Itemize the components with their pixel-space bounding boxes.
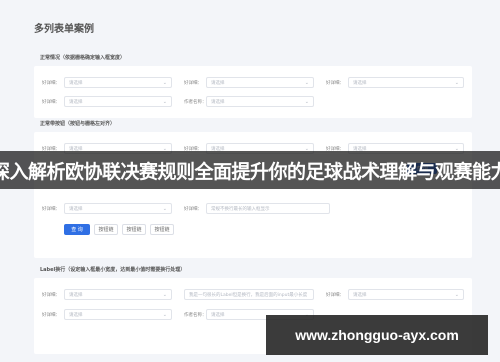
chevron-down-icon: ⌄ <box>454 80 459 86</box>
field-label: 好详细： <box>184 206 202 212</box>
form-field: 作者名称： 请选择⌄ <box>184 95 314 108</box>
field-label: 好详细： <box>326 292 344 298</box>
section-title-normal: 正常情况（依据栅格确定输入框宽度） <box>40 55 126 61</box>
form-field: 好详细： 请选择 ⌄ <box>326 288 464 301</box>
select-field[interactable]: 请选择⌄ <box>64 77 172 88</box>
field-label: 好详细： <box>42 312 60 318</box>
section-title-label-wrap: Label换行（设定输入框最小宽度，达到最小值时需要换行处理） <box>40 267 186 273</box>
select-field[interactable]: 请选择⌄ <box>64 203 172 214</box>
field-label: 好详细： <box>42 80 60 86</box>
watermark-url-box: www.zhongguo-ayx.com <box>266 315 488 355</box>
select-field[interactable]: 请选择⌄ <box>64 96 172 107</box>
form-field: 好详细： 请选择 ⌄ <box>42 202 172 215</box>
field-label: 作者名称： <box>184 312 206 318</box>
form-field: 我是一句很长的Label但是换行，我是后面的input最小长度 <box>184 288 314 301</box>
select-field[interactable]: 请选择⌄ <box>64 289 172 300</box>
form-field: 好详细： 请选择 ⌄ <box>42 308 172 321</box>
field-label: 好详细： <box>184 80 202 86</box>
watermark-url: www.zhongguo-ayx.com <box>295 327 459 343</box>
reset-button[interactable]: 按钮链 <box>150 224 174 235</box>
chevron-down-icon: ⌄ <box>454 292 459 298</box>
headline-banner: 深入解析欧协联决赛规则全面提升你的足球战术理解与观赛能力 <box>0 151 500 189</box>
chevron-down-icon: ⌄ <box>162 80 167 86</box>
chevron-down-icon: ⌄ <box>162 292 167 298</box>
form-field: 好详细： 请选择 ⌄ <box>326 76 464 89</box>
chevron-down-icon: ⌄ <box>162 206 167 212</box>
page-title: 多列表单案例 <box>34 24 94 35</box>
section-title-with-buttons: 正常带按钮（按钮与栅格左对齐） <box>40 121 116 127</box>
form-field: 好详细： 请选择 ⌄ <box>42 76 172 89</box>
form-field: 好详细： 请选择 ⌄ <box>42 288 172 301</box>
select-field[interactable]: 请选择⌄ <box>206 96 314 107</box>
field-label: 好详细： <box>42 206 60 212</box>
reset-button[interactable]: 按钮链 <box>94 224 118 235</box>
chevron-down-icon: ⌄ <box>162 99 167 105</box>
field-label: 好详细： <box>42 99 60 105</box>
headline-text: 深入解析欧协联决赛规则全面提升你的足球战术理解与观赛能力 <box>0 160 500 183</box>
select-field[interactable]: 请选择⌄ <box>348 77 464 88</box>
form-card-normal: 好详细： 请选择 ⌄ 好详细： 请选择 ⌄ 好详细： 请选择 ⌄ 好详细： 请选择 ⌄ … <box>34 66 472 118</box>
chevron-down-icon: ⌄ <box>304 80 309 86</box>
select-field[interactable]: 请选择⌄ <box>64 309 172 320</box>
long-input[interactable]: 常规不换行最长的输入框显示 <box>206 203 330 214</box>
field-label: 好详细： <box>42 292 60 298</box>
query-button[interactable]: 查 询 <box>64 224 90 235</box>
form-field: 好详细： 请选择 ⌄ <box>42 95 172 108</box>
field-label: 好详细： <box>326 80 344 86</box>
long-label-input[interactable]: 我是一句很长的Label但是换行，我是后面的input最小长度 <box>184 289 314 300</box>
select-field[interactable]: 请选择⌄ <box>348 289 464 300</box>
form-field: 好详细： 常规不换行最长的输入框显示 <box>184 202 330 215</box>
chevron-down-icon: ⌄ <box>162 312 167 318</box>
chevron-down-icon: ⌄ <box>304 99 309 105</box>
form-field: 好详细： 请选择 ⌄ <box>184 76 314 89</box>
reset-button[interactable]: 按钮链 <box>122 224 146 235</box>
select-field[interactable]: 请选择⌄ <box>206 77 314 88</box>
field-label: 作者名称： <box>184 99 206 105</box>
